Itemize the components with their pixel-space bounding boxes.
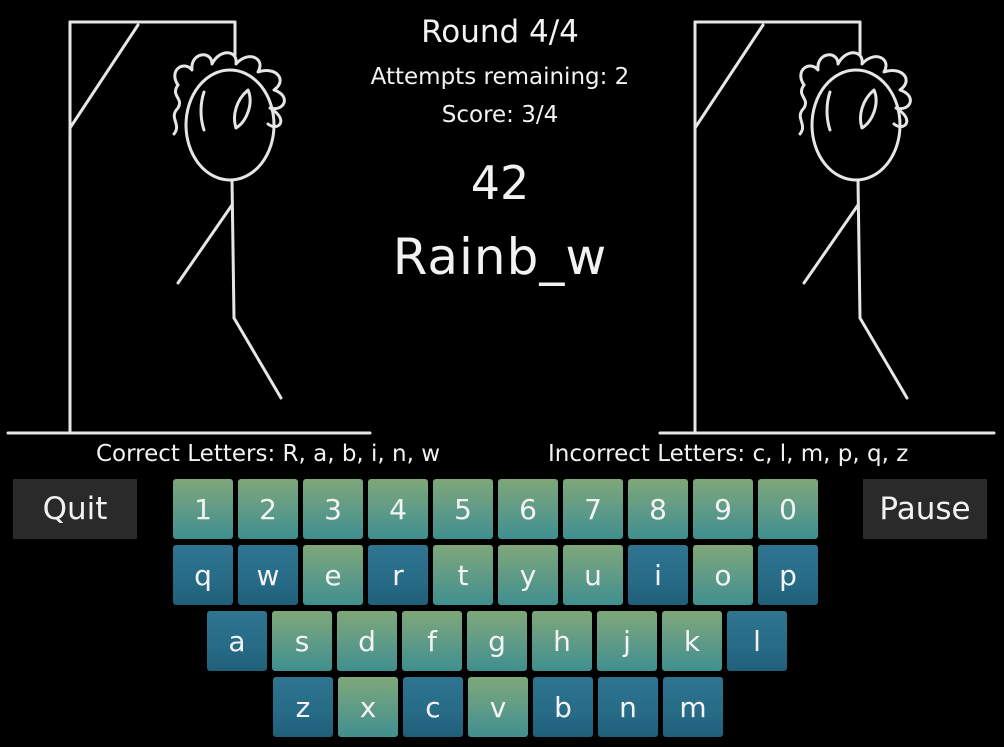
key-z[interactable]: z [273, 677, 333, 737]
key-h[interactable]: h [532, 611, 592, 671]
quit-button[interactable]: Quit [13, 479, 137, 539]
key-x[interactable]: x [338, 677, 398, 737]
key-s[interactable]: s [272, 611, 332, 671]
key-v[interactable]: v [468, 677, 528, 737]
key-5[interactable]: 5 [433, 479, 493, 539]
key-b[interactable]: b [533, 677, 593, 737]
key-1[interactable]: 1 [173, 479, 233, 539]
key-2[interactable]: 2 [238, 479, 298, 539]
key-8[interactable]: 8 [628, 479, 688, 539]
attempts-remaining: Attempts remaining: 2 [370, 64, 630, 90]
key-e[interactable]: e [303, 545, 363, 605]
keyboard-row-digits: 1234567890 [173, 479, 818, 539]
key-d[interactable]: d [337, 611, 397, 671]
incorrect-letters-label: Incorrect Letters: c, l, m, p, q, z [548, 441, 909, 467]
key-w[interactable]: w [238, 545, 298, 605]
key-t[interactable]: t [433, 545, 493, 605]
key-i[interactable]: i [628, 545, 688, 605]
key-4[interactable]: 4 [368, 479, 428, 539]
key-q[interactable]: q [173, 545, 233, 605]
key-f[interactable]: f [402, 611, 462, 671]
countdown-timer: 42 [470, 156, 530, 210]
key-0[interactable]: 0 [758, 479, 818, 539]
score-display: Score: 3/4 [441, 102, 559, 128]
key-a[interactable]: a [207, 611, 267, 671]
key-p[interactable]: p [758, 545, 818, 605]
key-g[interactable]: g [467, 611, 527, 671]
key-m[interactable]: m [663, 677, 723, 737]
key-9[interactable]: 9 [693, 479, 753, 539]
key-3[interactable]: 3 [303, 479, 363, 539]
key-l[interactable]: l [727, 611, 787, 671]
keyboard-row-bottom: zxcvbnm [273, 677, 723, 737]
key-k[interactable]: k [662, 611, 722, 671]
key-r[interactable]: r [368, 545, 428, 605]
keyboard-row-middle: asdfghjkl [207, 611, 787, 671]
key-n[interactable]: n [598, 677, 658, 737]
key-7[interactable]: 7 [563, 479, 623, 539]
key-u[interactable]: u [563, 545, 623, 605]
pause-button[interactable]: Pause [863, 479, 987, 539]
correct-letters-label: Correct Letters: R, a, b, i, n, w [96, 441, 441, 467]
key-6[interactable]: 6 [498, 479, 558, 539]
key-o[interactable]: o [693, 545, 753, 605]
key-j[interactable]: j [597, 611, 657, 671]
key-y[interactable]: y [498, 545, 558, 605]
key-c[interactable]: c [403, 677, 463, 737]
keyboard-row-top: qwertyuiop [173, 545, 818, 605]
word-puzzle: Rainb_w [392, 228, 608, 286]
round-indicator: Round 4/4 [421, 14, 579, 50]
